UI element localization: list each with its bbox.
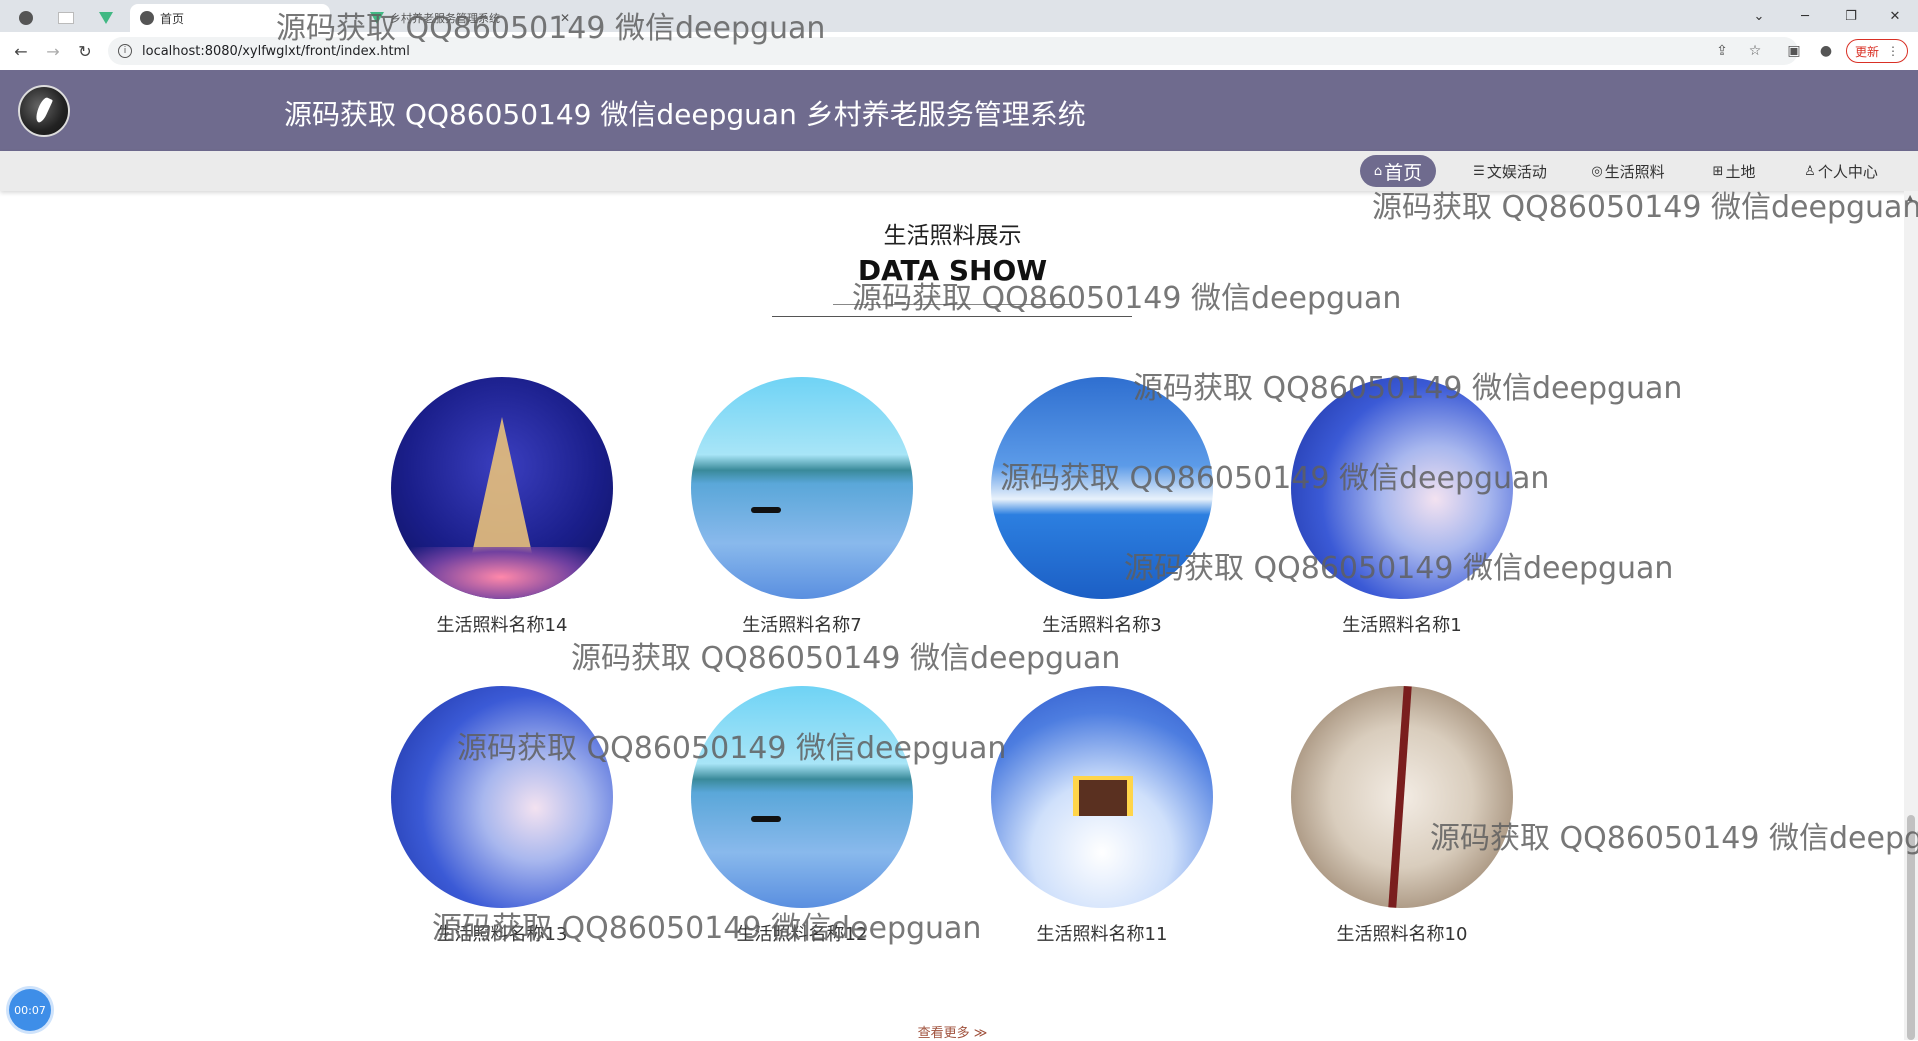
back-icon[interactable]: ← (10, 40, 32, 62)
browser-tab-strip: 首页 乡村养老服务管理系统 ✕ ⌄ ─ ❐ ✕ (0, 0, 1918, 32)
gallery-photo[interactable] (391, 377, 613, 599)
nav-label: 生活照料 (1604, 162, 1665, 181)
scroll-up-arrow-icon[interactable]: ▲ (1907, 193, 1913, 202)
gallery-item-name: 生活照料名称1 (1342, 615, 1462, 636)
gallery-item[interactable]: 生活照料名称12 (687, 686, 917, 946)
minimize-button[interactable]: ─ (1782, 0, 1828, 32)
nav-item-entertainment[interactable]: ☰ 文娱活动 (1468, 155, 1552, 187)
tab-system[interactable]: 乡村养老服务管理系统 ✕ (360, 4, 580, 32)
palette-icon: ◎ (1591, 163, 1603, 179)
gallery-item-name: 生活照料名称13 (436, 924, 568, 945)
globe-icon (140, 11, 154, 25)
gallery-photo[interactable] (1291, 377, 1513, 599)
share-icon[interactable]: ⇪ (1712, 41, 1732, 61)
gallery-item[interactable]: 生活照料名称11 (987, 686, 1217, 946)
close-window-button[interactable]: ✕ (1872, 0, 1918, 32)
tab-title: 首页 (160, 11, 185, 26)
gallery-item[interactable]: 生活照料名称1 (1287, 377, 1517, 637)
gallery-photo[interactable] (1291, 686, 1513, 908)
gallery-photo[interactable] (391, 686, 613, 908)
gallery-photo[interactable] (991, 377, 1213, 599)
vue-logo-icon (370, 12, 384, 24)
update-button[interactable]: 更新 ⋮ (1846, 39, 1908, 63)
gallery-item[interactable]: 生活照料名称13 (387, 686, 617, 946)
profile-icon[interactable]: ● (1816, 41, 1836, 61)
grid-icon: ⊞ (1712, 163, 1724, 179)
section-divider (833, 304, 1073, 305)
pinned-tab[interactable] (92, 4, 120, 32)
nav-label: 土地 (1725, 162, 1756, 181)
view-more-link[interactable]: 查看更多 ≫ (0, 1022, 1905, 1041)
gallery-item-name: 生活照料名称12 (736, 924, 868, 945)
gallery-item[interactable]: 生活照料名称3 (987, 377, 1217, 637)
restore-button[interactable]: ❐ (1828, 0, 1874, 32)
gallery-photo[interactable] (991, 686, 1213, 908)
gallery-item-name: 生活照料名称10 (1336, 924, 1468, 945)
side-panel-icon[interactable]: ▣ (1784, 41, 1804, 61)
nav-label: 文娱活动 (1486, 162, 1547, 181)
graduation-cap-icon: ☰ (1473, 163, 1485, 179)
nav-label: 个人中心 (1817, 162, 1878, 181)
browser-toolbar: ← → ↻ i localhost:8080/xylfwglxt/front/i… (0, 32, 1918, 71)
close-tab-icon[interactable]: ✕ (560, 11, 570, 25)
update-label: 更新 (1854, 44, 1879, 59)
page-scrollbar[interactable]: ▲ (1904, 191, 1918, 1040)
nav-item-home[interactable]: ⌂ 首页 (1360, 155, 1436, 187)
watermark: 源码获取 QQ86050149 微信deepguan (571, 641, 1121, 676)
gallery-item[interactable]: 生活照料名称7 (687, 377, 917, 637)
site-logo[interactable] (18, 85, 70, 137)
section-title-en: DATA SHOW (857, 254, 1048, 287)
nav-item-profile[interactable]: ♙ 个人中心 (1800, 155, 1882, 187)
tab-title: 乡村养老服务管理系统 (390, 12, 500, 25)
forward-icon[interactable]: → (42, 40, 64, 62)
pinned-tab[interactable] (12, 4, 40, 32)
section-divider (772, 316, 1132, 317)
recording-timer-badge[interactable]: 00:07 (9, 989, 51, 1031)
nav-item-land[interactable]: ⊞ 土地 (1708, 155, 1760, 187)
main-nav: ⌂ 首页 ☰ 文娱活动 ◎ 生活照料 ⊞ 土地 ♙ 个人中心 (0, 151, 1918, 191)
folder-icon (58, 12, 74, 24)
bookmark-star-icon[interactable]: ☆ (1745, 41, 1765, 61)
gallery-item[interactable]: 生活照料名称10 (1287, 686, 1517, 946)
tab-search-button[interactable]: ⌄ (1736, 0, 1782, 32)
gallery-item-name: 生活照料名称14 (436, 615, 568, 636)
scroll-thumb[interactable] (1907, 815, 1915, 1040)
gallery-photo[interactable] (691, 686, 913, 908)
gallery-item-name: 生活照料名称7 (742, 615, 862, 636)
gallery-item[interactable]: 生活照料名称14 (387, 377, 617, 637)
pinned-tab[interactable] (52, 4, 80, 32)
globe-icon (19, 11, 33, 25)
nav-label: 首页 (1384, 161, 1423, 184)
site-info-icon[interactable]: i (118, 44, 132, 58)
gallery-item-name: 生活照料名称3 (1042, 615, 1162, 636)
reload-icon[interactable]: ↻ (74, 40, 96, 62)
url-text: localhost:8080/xylfwglxt/front/index.htm… (142, 43, 410, 59)
vue-logo-icon (99, 12, 113, 24)
tab-home[interactable]: 首页 (130, 4, 330, 32)
home-icon: ⌂ (1373, 163, 1383, 179)
menu-dots-icon[interactable]: ⋮ (1887, 44, 1899, 58)
site-title: 源码获取 QQ86050149 微信deepguan 乡村养老服务管理系统 (284, 98, 1086, 131)
site-header: 源码获取 QQ86050149 微信deepguan 乡村养老服务管理系统 (0, 70, 1918, 151)
section-title-cn: 生活照料展示 (883, 223, 1022, 249)
address-bar[interactable]: i localhost:8080/xylfwglxt/front/index.h… (108, 37, 1798, 65)
nav-item-life-care[interactable]: ◎ 生活照料 (1586, 155, 1670, 187)
user-icon: ♙ (1804, 163, 1816, 179)
gallery-photo[interactable] (691, 377, 913, 599)
gallery-item-name: 生活照料名称11 (1036, 924, 1168, 945)
